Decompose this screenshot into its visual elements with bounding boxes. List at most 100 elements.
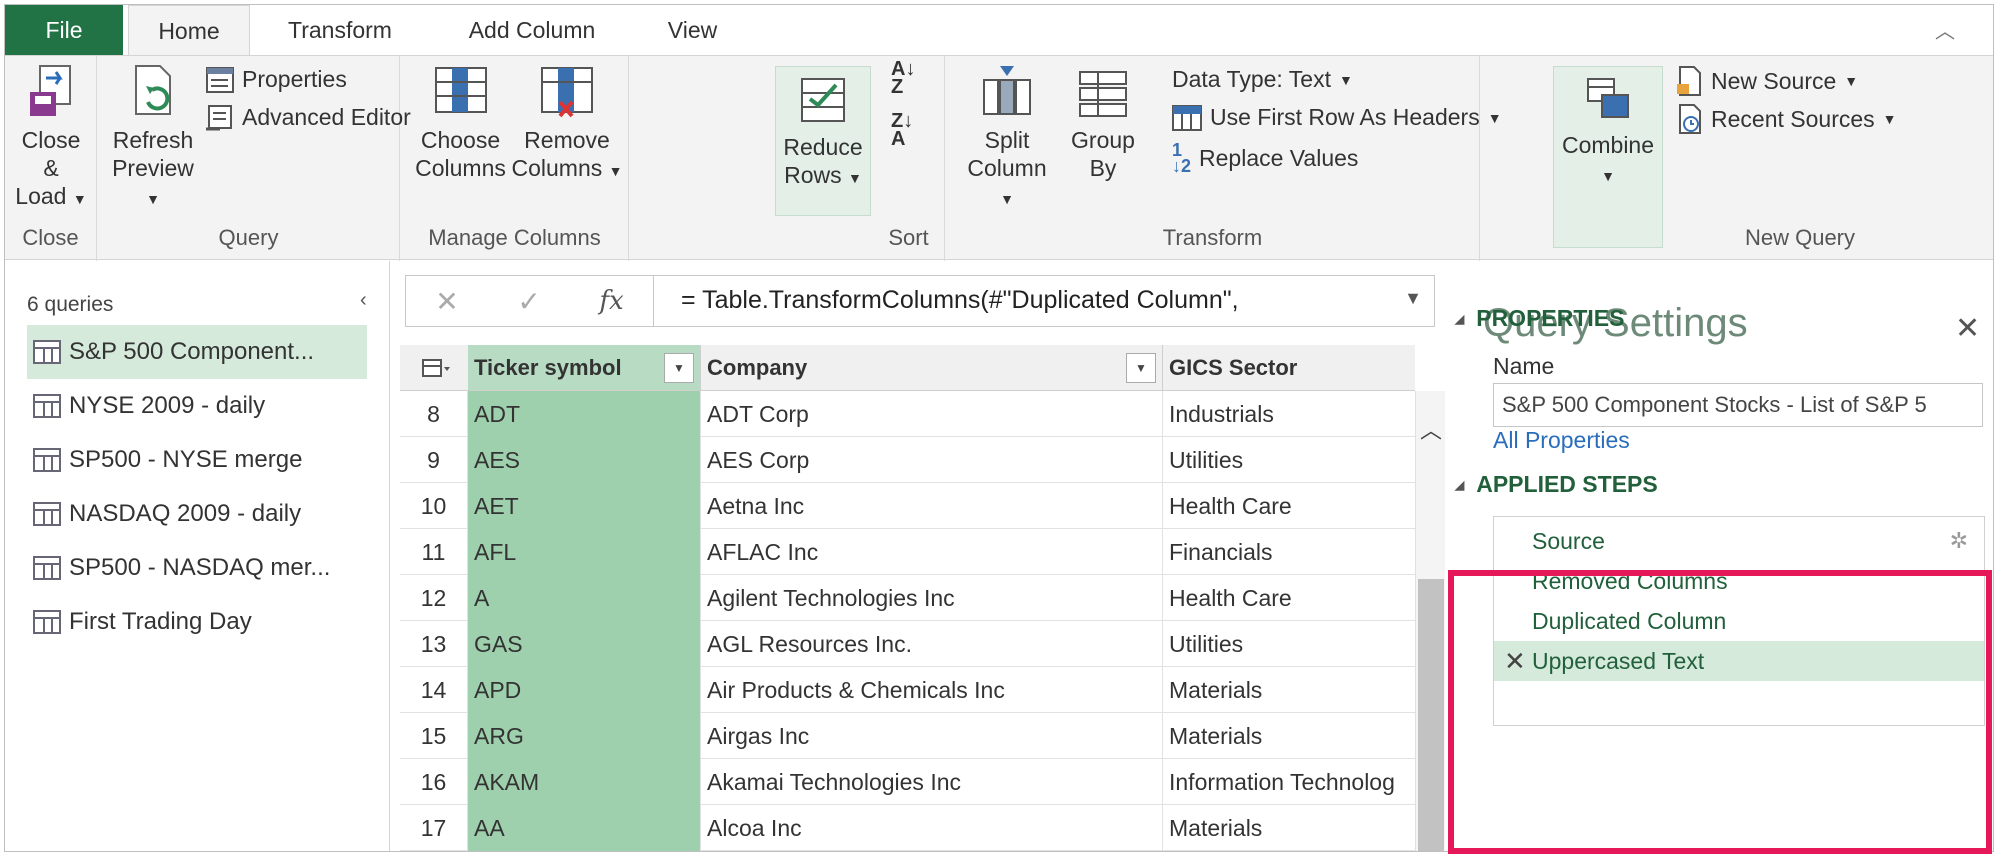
cell-gics[interactable]: Materials [1163,713,1415,759]
cell-ticker[interactable]: AET [468,483,701,529]
table-row[interactable]: 14 APD Air Products & Chemicals Inc Mate… [400,667,1415,713]
expand-formula-icon[interactable]: ▼ [1404,288,1422,309]
query-item[interactable]: SP500 - NASDAQ mer... [27,541,367,595]
combine-button[interactable]: Combine ▼ [1553,66,1663,248]
cell-gics[interactable]: Materials [1163,805,1415,851]
sort-descending-button[interactable]: Z↓ A [891,111,913,149]
properties-icon [206,66,234,93]
recent-sources-button[interactable]: Recent Sources ▼ [1677,104,1897,134]
cell-ticker[interactable]: AA [468,805,701,851]
scroll-up-icon[interactable]: ︿ [1416,413,1446,445]
close-icon[interactable]: ✕ [1955,311,1980,346]
tab-file[interactable]: File [5,5,123,55]
cell-company[interactable]: Air Products & Chemicals Inc [701,667,1163,713]
row-number: 14 [400,667,468,713]
properties-button[interactable]: Properties [206,66,347,93]
cell-ticker[interactable]: A [468,575,701,621]
vertical-scrollbar[interactable]: ︿ [1415,391,1446,851]
cancel-formula-icon[interactable]: ✕ [435,285,458,318]
cell-ticker[interactable]: ARG [468,713,701,759]
cell-gics[interactable]: Industrials [1163,391,1415,437]
formula-input[interactable]: = Table.TransformColumns(#"Duplicated Co… [681,286,1239,315]
cell-company[interactable]: AFLAC Inc [701,529,1163,575]
cell-ticker[interactable]: AES [468,437,701,483]
commit-formula-icon[interactable]: ✓ [517,285,540,318]
cell-company[interactable]: Agilent Technologies Inc [701,575,1163,621]
cell-company[interactable]: Alcoa Inc [701,805,1163,851]
cell-company[interactable]: ADT Corp [701,391,1163,437]
scrollbar-thumb[interactable] [1418,579,1444,851]
query-item[interactable]: First Trading Day [27,595,367,649]
row-number: 8 [400,391,468,437]
cell-gics[interactable]: Health Care [1163,575,1415,621]
cell-ticker[interactable]: AKAM [468,759,701,805]
cell-company[interactable]: Airgas Inc [701,713,1163,759]
ribbon-tabs: File Home Transform Add Column View ︿ [5,5,1993,56]
cell-gics[interactable]: Utilities [1163,621,1415,667]
tab-add-column[interactable]: Add Column [447,5,617,55]
column-header-ticker[interactable]: Ticker symbol ▼ [468,345,701,391]
all-properties-link[interactable]: All Properties [1493,427,1630,454]
tab-view[interactable]: View [655,5,730,55]
step-item[interactable]: Source ✲ [1494,521,1984,561]
cell-ticker[interactable]: ADT [468,391,701,437]
table-row[interactable]: 8 ADT ADT Corp Industrials [400,391,1415,437]
remove-columns-button[interactable]: Remove Columns ▼ [511,64,623,185]
column-header-company[interactable]: Company ▼ [701,345,1163,391]
cell-ticker[interactable]: GAS [468,621,701,667]
reduce-rows-button[interactable]: Reduce Rows ▼ [775,66,871,216]
refresh-preview-button[interactable]: Refresh Preview ▼ [108,64,198,213]
cell-company[interactable]: AGL Resources Inc. [701,621,1163,667]
table-row[interactable]: 16 AKAM Akamai Technologies Inc Informat… [400,759,1415,805]
query-item[interactable]: S&P 500 Component... [27,325,367,379]
new-source-button[interactable]: New Source ▼ [1677,66,1858,96]
table-row[interactable]: 10 AET Aetna Inc Health Care [400,483,1415,529]
collapse-ribbon-icon[interactable]: ︿ [1935,15,1955,44]
function-icon[interactable]: fx [599,286,623,316]
cell-ticker[interactable]: APD [468,667,701,713]
query-item[interactable]: SP500 - NYSE merge [27,433,367,487]
cell-company[interactable]: Aetna Inc [701,483,1163,529]
tab-transform[interactable]: Transform [275,5,405,55]
table-row[interactable]: 17 AA Alcoa Inc Materials [400,805,1415,851]
gear-icon[interactable]: ✲ [1950,521,1968,561]
cell-company[interactable]: AES Corp [701,437,1163,483]
cell-gics[interactable]: Health Care [1163,483,1415,529]
close-load-button[interactable]: Close & Load ▼ [11,64,91,213]
group-by-button[interactable]: Group By [1068,64,1138,182]
cell-company[interactable]: Akamai Technologies Inc [701,759,1163,805]
filter-dropdown-icon[interactable]: ▼ [1126,353,1156,383]
group-label: Group [1071,127,1135,153]
cell-gics[interactable]: Materials [1163,667,1415,713]
sort-ascending-button[interactable]: A↓ Z [891,59,915,97]
data-type-dropdown[interactable]: Data Type: Text ▼ [1172,66,1353,93]
cell-ticker[interactable]: AFL [468,529,701,575]
tab-home[interactable]: Home [128,5,250,56]
table-row[interactable]: 12 A Agilent Technologies Inc Health Car… [400,575,1415,621]
properties-section-header[interactable]: ◢ PROPERTIES [1455,305,1625,332]
collapse-queries-icon[interactable]: ‹ [360,289,367,312]
group-transform: Split Column ▼ Group By Data Type: Text … [946,56,1502,261]
cell-gics[interactable]: Financials [1163,529,1415,575]
replace-values-button[interactable]: 1 ↓2 Replace Values [1172,141,1358,175]
step-label: Source [1532,528,1605,554]
filter-dropdown-icon[interactable]: ▼ [664,353,694,383]
query-name-field[interactable] [1493,383,1983,427]
group-new-query: New Source ▼ Recent Sources ▼ New Query [1665,56,1935,261]
cell-gics[interactable]: Information Technolog [1163,759,1415,805]
applied-steps-section-header[interactable]: ◢ APPLIED STEPS [1455,471,1658,498]
remove-label-2: Columns [511,155,603,181]
table-row[interactable]: 15 ARG Airgas Inc Materials [400,713,1415,759]
table-menu-button[interactable] [400,345,468,391]
query-item[interactable]: NYSE 2009 - daily [27,379,367,433]
table-row[interactable]: 13 GAS AGL Resources Inc. Utilities [400,621,1415,667]
column-header-gics-sector[interactable]: GICS Sector [1163,345,1415,391]
query-item[interactable]: NASDAQ 2009 - daily [27,487,367,541]
table-row[interactable]: 9 AES AES Corp Utilities [400,437,1415,483]
advanced-editor-button[interactable]: Advanced Editor [206,104,411,131]
split-column-button[interactable]: Split Column ▼ [966,64,1048,213]
table-row[interactable]: 11 AFL AFLAC Inc Financials [400,529,1415,575]
choose-columns-button[interactable]: Choose Columns [413,64,508,182]
use-first-row-as-headers-button[interactable]: Use First Row As Headers ▼ [1172,104,1502,131]
cell-gics[interactable]: Utilities [1163,437,1415,483]
